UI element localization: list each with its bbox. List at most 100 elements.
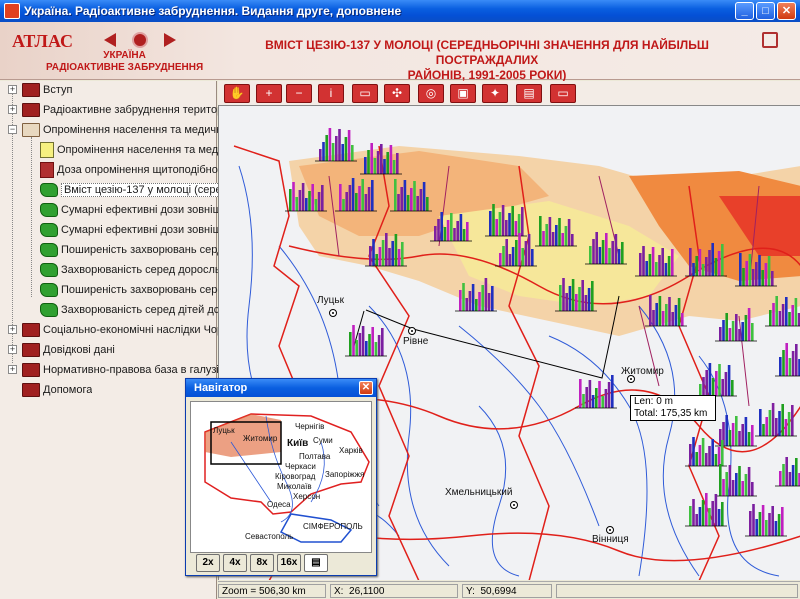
bar-mark: [755, 519, 758, 536]
book-icon: [22, 363, 40, 378]
navigator-layers-icon[interactable]: ▤: [304, 554, 328, 572]
zoom-4x-button[interactable]: 4x: [223, 554, 247, 572]
bar-mark: [391, 241, 394, 266]
navigator-icon[interactable]: ✦: [482, 84, 508, 103]
bar-mark: [517, 214, 521, 236]
bar-mark: [671, 249, 674, 276]
overview-city: Луцьк: [213, 426, 235, 435]
navigator-close-button[interactable]: ✕: [359, 381, 373, 395]
forward-arrow-icon[interactable]: [164, 33, 176, 47]
bar-mark: [725, 313, 728, 341]
tree-item-exposure[interactable]: Опромінення населення та медичні: [22, 121, 225, 141]
navigator-overview-map[interactable]: Луцьк Житомир Чернігів Київ Суми Харків …: [190, 401, 372, 553]
close-button[interactable]: ✕: [777, 2, 796, 20]
bar-mark: [585, 387, 588, 408]
bar-mark: [542, 231, 545, 246]
tree-item-thyroid-dose[interactable]: Доза опромінення щитоподібно: [40, 161, 218, 181]
bar-mark: [502, 246, 505, 266]
tree-item-exposure-medical[interactable]: Опромінення населення та меди: [40, 141, 224, 161]
bar-mark: [501, 205, 505, 236]
bar-mark: [459, 290, 462, 311]
bar-mark: [781, 507, 784, 536]
bar-mark: [714, 494, 718, 526]
bar-mark: [668, 297, 671, 326]
bar-mark: [738, 329, 741, 341]
zoom-8x-button[interactable]: 8x: [250, 554, 274, 572]
city-marker-rivne[interactable]: [408, 327, 416, 335]
city-marker-vinnytsia[interactable]: [606, 526, 614, 534]
logo-subtitle-1: УКРАЇНА: [103, 50, 146, 61]
expand-icon[interactable]: +: [8, 325, 17, 334]
window-restore-icon[interactable]: [762, 32, 778, 48]
bar-mark: [781, 304, 785, 326]
tree-item-reference[interactable]: Довідкові дані: [22, 341, 115, 361]
bar-mark: [319, 149, 322, 161]
bar-mark: [721, 379, 724, 396]
full-extent-icon[interactable]: ✣: [384, 84, 410, 103]
home-icon[interactable]: [132, 32, 148, 48]
bar-mark: [311, 184, 314, 211]
bar-mark: [339, 184, 342, 211]
tree-item-disease-prevalence-1[interactable]: Поширеність захворювань серд: [40, 241, 224, 261]
layers-icon[interactable]: ▣: [450, 84, 476, 103]
print-icon[interactable]: ▭: [550, 84, 576, 103]
tree-item-adult-morbidity[interactable]: Захворюваність серед доросль: [40, 261, 221, 281]
bar-mark: [551, 232, 555, 246]
tree-item-disease-prevalence-2[interactable]: Поширеність захворювань серс: [40, 281, 223, 301]
tree-item-effective-dose-1[interactable]: Сумарні ефективні дози зовніш: [40, 201, 221, 221]
book-icon: [22, 83, 40, 98]
book-icon: [22, 323, 40, 338]
bar-mark: [717, 251, 721, 276]
bar-mark: [539, 216, 542, 246]
info-icon[interactable]: i: [318, 84, 344, 103]
table-icon[interactable]: ▤: [516, 84, 542, 103]
bar-mark: [380, 144, 383, 174]
zoom-2x-button[interactable]: 2x: [196, 554, 220, 572]
zoom-16x-button[interactable]: 16x: [277, 554, 301, 572]
district-bar-chart: [685, 493, 727, 527]
expand-icon[interactable]: +: [8, 85, 17, 94]
tree-item-effective-dose-2[interactable]: Сумарні ефективні дози зовніш: [40, 221, 221, 241]
navigator-title[interactable]: Навігатор: [186, 379, 376, 397]
tree-item-contamination[interactable]: Радіоактивне забруднення територ: [22, 101, 223, 121]
bar-mark: [717, 509, 721, 526]
bar-mark: [381, 328, 384, 356]
hand-icon[interactable]: ✋: [224, 84, 250, 103]
maximize-button[interactable]: □: [756, 2, 775, 20]
city-marker-khmelnytskyi[interactable]: [510, 501, 518, 509]
zoom-in-icon[interactable]: +: [256, 84, 282, 103]
bar-mark: [295, 197, 298, 211]
tree-item-help[interactable]: Допомога: [22, 381, 92, 401]
expand-icon[interactable]: +: [8, 105, 17, 114]
back-arrow-icon[interactable]: [104, 33, 116, 47]
bar-mark: [765, 520, 768, 536]
collapse-icon[interactable]: −: [8, 125, 17, 134]
bar-mark: [747, 467, 751, 496]
expand-icon[interactable]: +: [8, 345, 17, 354]
tree-item-intro[interactable]: Вступ: [22, 81, 72, 101]
city-marker-lutsk[interactable]: [329, 309, 337, 317]
minimize-button[interactable]: _: [735, 2, 754, 20]
bar-mark: [721, 244, 724, 276]
tree-item-cesium-milk[interactable]: Вміст цезію-137 у молоці (сере,: [40, 181, 228, 201]
bar-mark: [386, 152, 389, 174]
title-bar[interactable]: Україна. Радіоактивне забруднення. Видан…: [0, 0, 800, 22]
bar-mark: [752, 504, 755, 536]
bar-mark: [571, 279, 575, 311]
app-window: Україна. Радіоактивне забруднення. Видан…: [0, 0, 800, 599]
bar-mark: [768, 410, 772, 436]
bar-mark: [584, 295, 588, 311]
bar-mark: [406, 195, 410, 211]
navigator-window[interactable]: Навігатор ✕ Луцьк Житомир Чернігів Київ …: [185, 378, 377, 576]
document-icon: [40, 162, 54, 179]
legend-icon[interactable]: ▭: [352, 84, 378, 103]
zoom-out-icon[interactable]: −: [286, 84, 312, 103]
bar-mark: [794, 298, 798, 326]
tree-item-socioeconomic[interactable]: Соціально-економічні наслідки Чорн: [22, 321, 229, 341]
bar-mark: [481, 285, 484, 311]
bar-mark: [692, 499, 695, 526]
overview-city: Черкаси: [285, 462, 316, 471]
expand-icon[interactable]: +: [8, 365, 17, 374]
measure-icon[interactable]: ◎: [418, 84, 444, 103]
tree-item-child-morbidity[interactable]: Захворюваність серед дітей дс: [40, 301, 219, 321]
